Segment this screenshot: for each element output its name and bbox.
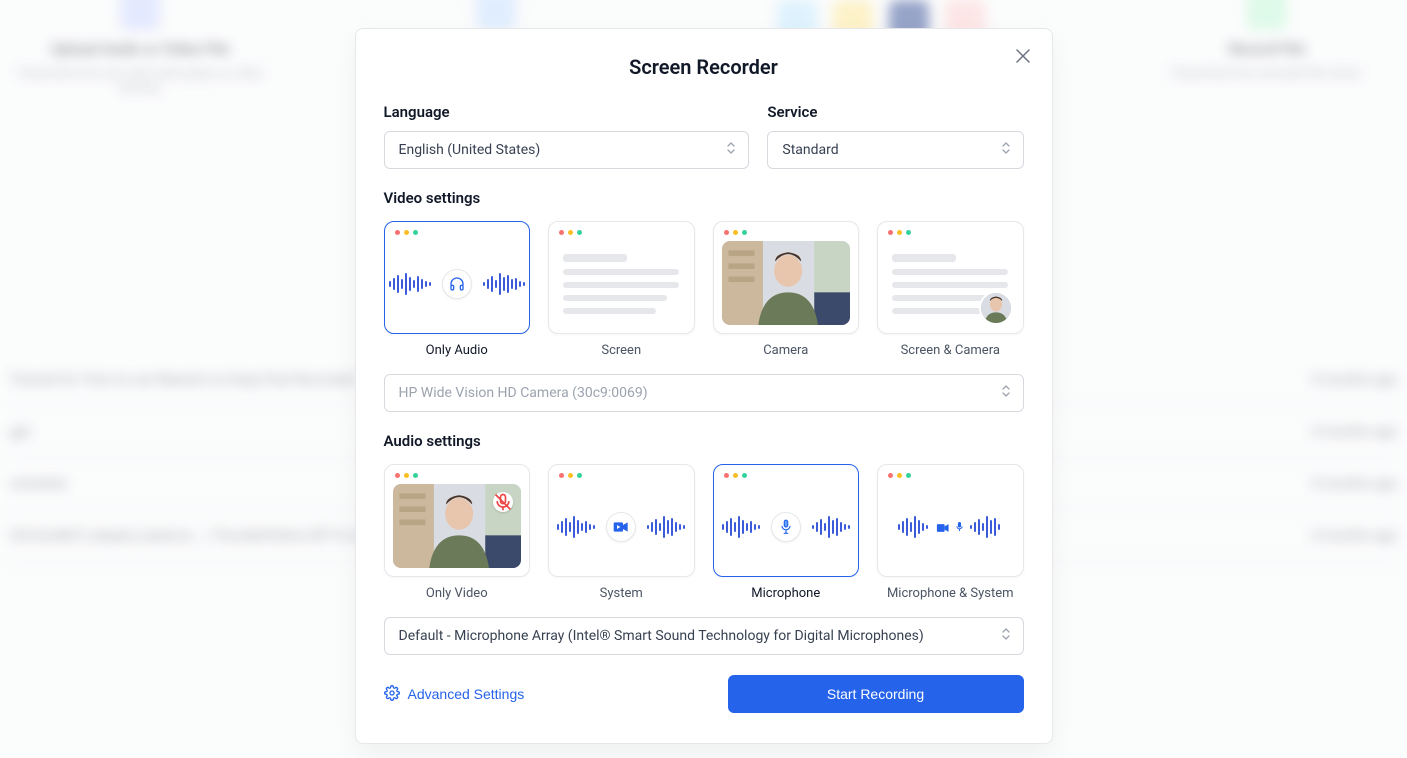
microphone-icon <box>771 512 801 542</box>
waveform-icon <box>897 514 931 540</box>
audio-option-microphone-system[interactable]: Microphone & System <box>877 464 1024 601</box>
card-label: Screen <box>601 343 641 358</box>
waveform-icon <box>646 513 686 541</box>
modal-title: Screen Recorder <box>384 55 1024 79</box>
service-field: Service Standard <box>767 103 1023 169</box>
video-option-only-audio[interactable]: Only Audio <box>384 221 531 358</box>
audio-option-system[interactable]: System <box>548 464 695 601</box>
waveform-icon <box>482 270 526 298</box>
waveform-icon <box>969 514 1003 540</box>
audio-device-value: Default - Microphone Array (Intel® Smart… <box>399 628 924 644</box>
gear-icon <box>384 685 400 704</box>
audio-settings-label: Audio settings <box>384 432 1024 450</box>
video-camera-icon <box>936 518 950 537</box>
waveform-icon <box>556 513 596 541</box>
camera-preview-thumb <box>722 241 851 325</box>
camera-device-value: HP Wide Vision HD Camera (30c9:0069) <box>399 385 648 401</box>
language-select[interactable]: English (United States) <box>384 131 750 169</box>
advanced-settings-button[interactable]: Advanced Settings <box>384 685 525 704</box>
headphones-icon <box>442 269 472 299</box>
card-label: Microphone & System <box>887 586 1014 601</box>
advanced-settings-label: Advanced Settings <box>408 686 525 702</box>
screen-recorder-modal: Screen Recorder Language English (United… <box>355 28 1053 744</box>
mic-muted-icon <box>493 492 513 512</box>
card-label: Screen & Camera <box>901 343 1000 358</box>
card-label: Only Video <box>426 586 488 601</box>
service-value: Standard <box>782 142 838 158</box>
waveform-icon <box>388 270 432 298</box>
audio-device-select[interactable]: Default - Microphone Array (Intel® Smart… <box>384 617 1024 655</box>
card-label: Only Audio <box>426 343 488 358</box>
card-label: System <box>600 586 643 601</box>
waveform-icon <box>721 513 761 541</box>
start-recording-label: Start Recording <box>827 686 924 702</box>
camera-device-select[interactable]: HP Wide Vision HD Camera (30c9:0069) <box>384 374 1024 412</box>
document-lines-icon <box>549 235 694 333</box>
updown-icon <box>1001 627 1011 645</box>
microphone-icon <box>955 518 964 537</box>
video-option-camera[interactable]: Camera <box>713 221 860 358</box>
updown-icon <box>1001 141 1011 159</box>
video-settings-label: Video settings <box>384 189 1024 207</box>
video-option-screen-camera[interactable]: Screen & Camera <box>877 221 1024 358</box>
service-label: Service <box>767 103 1023 121</box>
service-select[interactable]: Standard <box>767 131 1023 169</box>
close-button[interactable] <box>1010 43 1036 69</box>
audio-option-microphone[interactable]: Microphone <box>713 464 860 601</box>
video-option-screen[interactable]: Screen <box>548 221 695 358</box>
camera-pip-thumb <box>979 291 1013 325</box>
start-recording-button[interactable]: Start Recording <box>728 675 1024 713</box>
card-label: Camera <box>763 343 808 358</box>
close-icon <box>1016 49 1030 63</box>
waveform-icon <box>811 513 851 541</box>
language-label: Language <box>384 103 750 121</box>
document-lines-with-pip-icon <box>878 235 1023 333</box>
language-value: English (United States) <box>399 142 541 158</box>
updown-icon <box>1001 384 1011 402</box>
card-label: Microphone <box>751 586 820 601</box>
audio-option-only-video[interactable]: Only Video <box>384 464 531 601</box>
video-camera-icon <box>606 512 636 542</box>
language-field: Language English (United States) <box>384 103 750 169</box>
updown-icon <box>726 141 736 159</box>
camera-preview-thumb <box>393 484 522 568</box>
